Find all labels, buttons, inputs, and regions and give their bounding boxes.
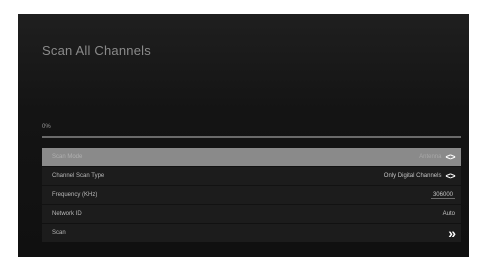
menu-item-label: Scan Mode bbox=[52, 154, 83, 160]
frequency-field[interactable]: 306000 bbox=[430, 192, 455, 199]
progress-bar bbox=[42, 136, 461, 138]
menu-item-control: Only Digital Channels <> bbox=[383, 171, 456, 181]
menu-item-control: » bbox=[448, 225, 456, 241]
menu-item-control: Antenna <> bbox=[419, 152, 455, 162]
menu-item-label: Channel Scan Type bbox=[52, 173, 105, 179]
menu-item-scan-mode[interactable]: Scan Mode Antenna <> bbox=[42, 148, 461, 166]
menu-item-label: Network ID bbox=[52, 211, 82, 217]
menu-item-network-id[interactable]: Network ID Auto bbox=[42, 205, 461, 223]
page-title: Scan All Channels bbox=[42, 43, 151, 58]
menu-item-label: Scan bbox=[52, 230, 66, 236]
menu-item-frequency[interactable]: Frequency (KHz) 306000 bbox=[42, 186, 461, 204]
scan-settings-menu: Scan Mode Antenna <> Channel Scan Type O… bbox=[42, 148, 461, 243]
channel-scan-type-value: Only Digital Channels bbox=[383, 173, 442, 179]
tv-screen: Scan All Channels 0% Scan Mode Antenna <… bbox=[18, 14, 469, 257]
double-chevron-right-icon[interactable]: » bbox=[448, 225, 456, 241]
network-id-value: Auto bbox=[442, 211, 455, 217]
menu-item-control: Auto bbox=[443, 211, 455, 217]
scan-mode-value: Antenna bbox=[419, 154, 442, 160]
menu-item-control: 306000 bbox=[430, 192, 455, 199]
left-right-arrows-icon[interactable]: <> bbox=[445, 152, 455, 162]
left-right-arrows-icon[interactable]: <> bbox=[445, 171, 455, 181]
menu-item-label: Frequency (KHz) bbox=[52, 192, 98, 198]
menu-item-scan[interactable]: Scan » bbox=[42, 224, 461, 242]
progress-percent-label: 0% bbox=[42, 124, 51, 130]
menu-item-channel-scan-type[interactable]: Channel Scan Type Only Digital Channels … bbox=[42, 167, 461, 185]
